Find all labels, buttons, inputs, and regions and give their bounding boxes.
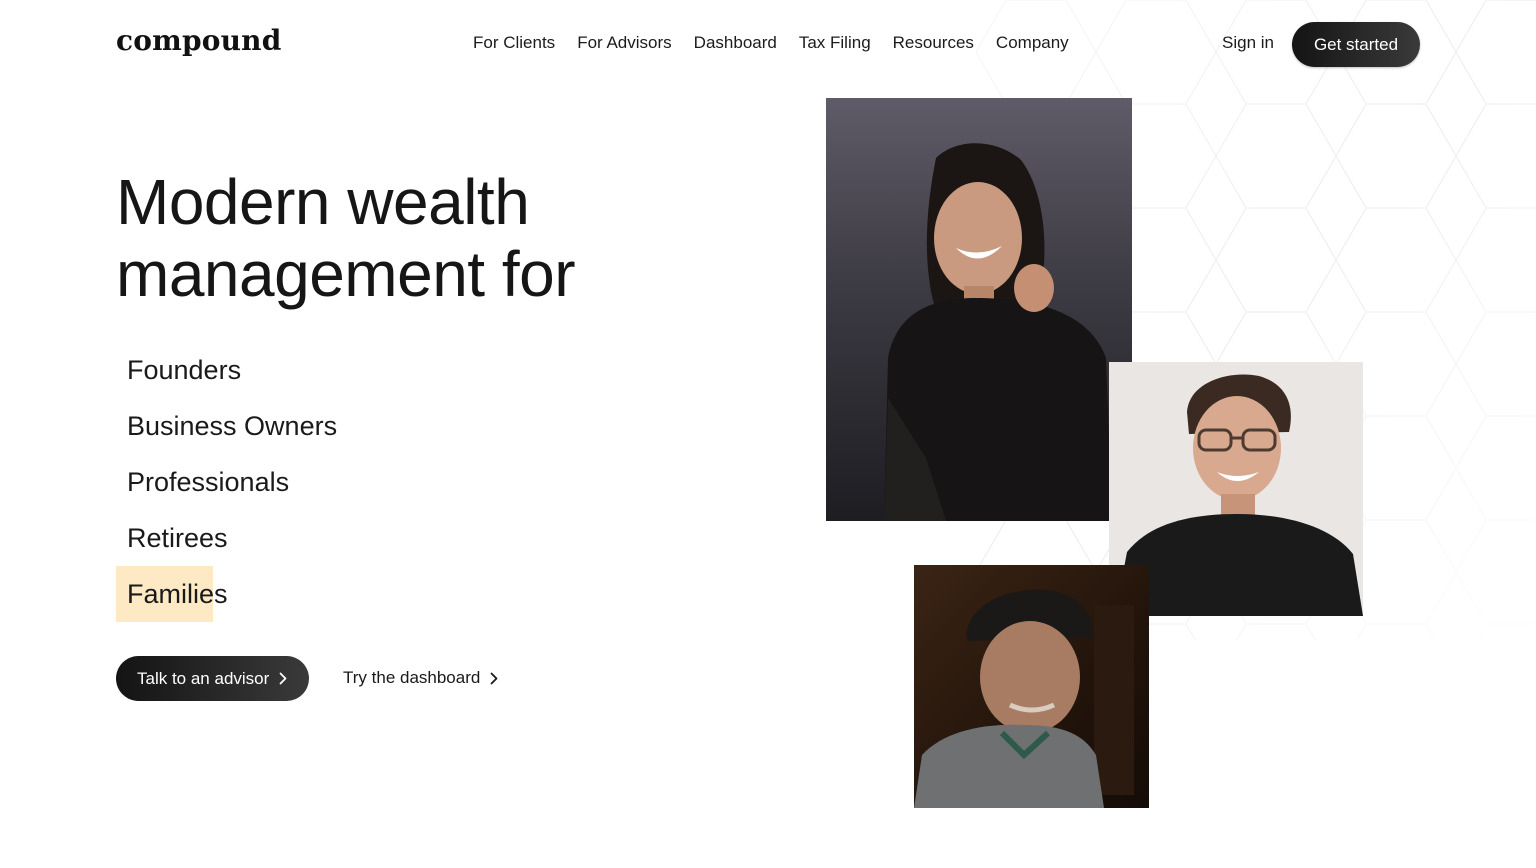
audience-label: Retirees bbox=[127, 522, 228, 553]
audience-label: Professionals bbox=[127, 466, 290, 497]
hero-headline: Modern wealth management for bbox=[116, 166, 736, 310]
audience-item-retirees[interactable]: Retirees bbox=[116, 510, 337, 566]
nav-resources[interactable]: Resources bbox=[893, 33, 974, 53]
audience-item-professionals[interactable]: Professionals bbox=[116, 454, 337, 510]
audience-list: Founders Business Owners Professionals R… bbox=[116, 342, 337, 622]
portrait-photo-icon bbox=[884, 143, 1112, 521]
talk-to-advisor-label: Talk to an advisor bbox=[137, 668, 270, 688]
get-started-button[interactable]: Get started bbox=[1292, 22, 1420, 67]
nav-tax-filing[interactable]: Tax Filing bbox=[799, 33, 871, 53]
talk-to-advisor-button[interactable]: Talk to an advisor bbox=[116, 656, 309, 701]
nav-dashboard[interactable]: Dashboard bbox=[694, 33, 777, 53]
compound-logo[interactable]: compound bbox=[116, 24, 282, 57]
try-dashboard-label: Try the dashboard bbox=[343, 668, 481, 687]
nav-company[interactable]: Company bbox=[996, 33, 1069, 53]
audience-item-families[interactable]: Families bbox=[116, 566, 337, 622]
photo-elder-portrait bbox=[914, 565, 1149, 808]
audience-item-founders[interactable]: Founders bbox=[116, 342, 337, 398]
portrait-photo-icon bbox=[914, 589, 1134, 808]
audience-label: Families bbox=[127, 578, 228, 609]
audience-label: Business Owners bbox=[127, 410, 338, 441]
audience-label: Founders bbox=[127, 354, 242, 385]
headline-line-1: Modern wealth bbox=[116, 166, 530, 238]
nav-for-advisors[interactable]: For Advisors bbox=[577, 33, 671, 53]
try-dashboard-link[interactable]: Try the dashboard bbox=[343, 668, 498, 688]
chevron-right-icon bbox=[279, 672, 287, 685]
headline-line-2: management for bbox=[116, 238, 576, 310]
photo-woman-portrait bbox=[826, 98, 1132, 521]
sign-in-link[interactable]: Sign in bbox=[1222, 33, 1274, 53]
chevron-right-icon bbox=[490, 672, 498, 684]
landing-page: compound For Clients For Advisors Dashbo… bbox=[0, 0, 1536, 868]
main-nav: For Clients For Advisors Dashboard Tax F… bbox=[473, 33, 1091, 53]
audience-item-business-owners[interactable]: Business Owners bbox=[116, 398, 337, 454]
nav-for-clients[interactable]: For Clients bbox=[473, 33, 555, 53]
